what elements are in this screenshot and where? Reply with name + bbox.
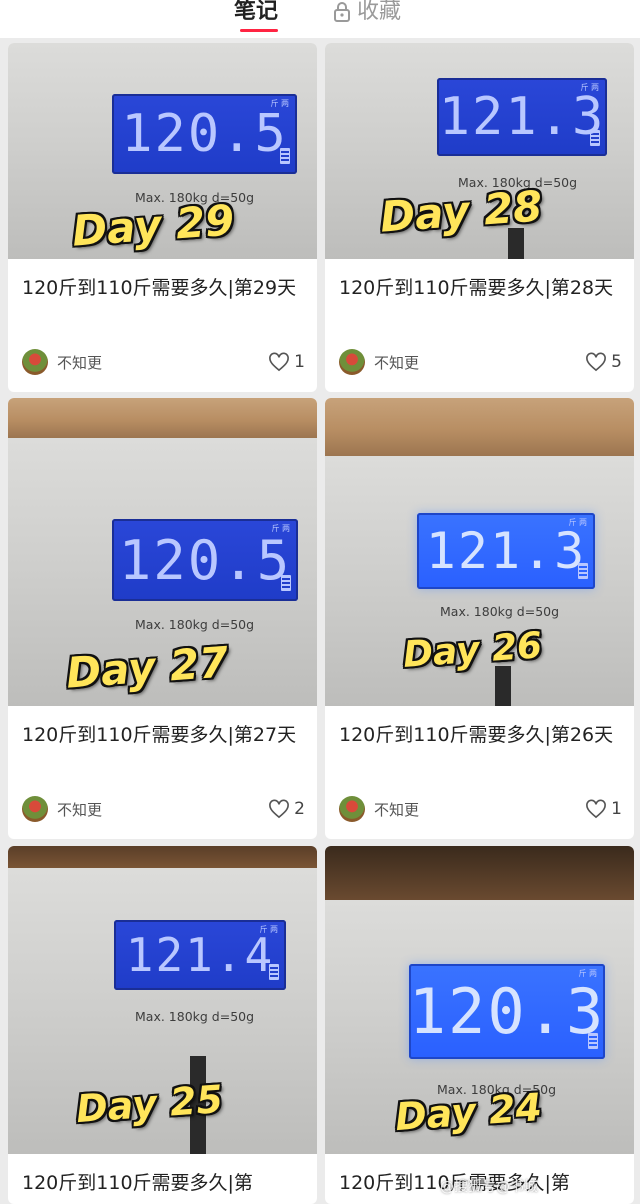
note-card[interactable]: 121.3 斤 两 Max. 180kg d=50g Day 28 120斤到1… <box>325 43 634 392</box>
like-count: 2 <box>294 799 305 819</box>
scale-reading: 121.3 <box>425 522 587 580</box>
like-count: 5 <box>611 352 622 372</box>
note-cover-image: 120.5 斤 两 Max. 180kg d=50g Day 29 <box>8 43 317 259</box>
heart-icon <box>269 352 290 372</box>
scale-unit: 斤 两 <box>271 524 290 533</box>
author-name[interactable]: 不知更 <box>57 352 268 373</box>
scale-reading: 120.3 <box>408 975 606 1048</box>
note-cover-image: 121.3 斤 两 Max. 180kg d=50g Day 26 <box>325 398 634 706</box>
battery-icon <box>280 148 290 164</box>
scale-unit: 斤 两 <box>270 99 289 108</box>
scale-unit: 斤 两 <box>259 925 278 934</box>
note-card[interactable]: 120.5 斤 两 Max. 180kg d=50g Day 27 120斤到1… <box>8 398 317 839</box>
like-button[interactable]: 5 <box>585 352 622 372</box>
active-tab-indicator <box>240 29 278 32</box>
lock-icon <box>334 2 350 22</box>
scale-unit: 斤 两 <box>580 83 599 92</box>
wood-background <box>8 398 317 438</box>
scale-unit: 斤 两 <box>578 969 597 978</box>
scale-display: 120.5 斤 两 <box>112 94 297 174</box>
note-footer: 不知更 2 <box>22 795 305 823</box>
author-name[interactable]: 不知更 <box>374 799 585 820</box>
scale-gap <box>495 666 511 706</box>
note-footer: 不知更 5 <box>339 348 622 376</box>
tab-bar: 笔记 收藏 <box>0 0 640 38</box>
scale-display: 121.4 斤 两 <box>114 920 286 990</box>
scale-spec: Max. 180kg d=50g <box>440 604 560 619</box>
heart-icon <box>586 352 607 372</box>
author-name[interactable]: 不知更 <box>57 799 268 820</box>
tab-notes-label: 笔记 <box>234 0 279 24</box>
like-count: 1 <box>611 799 622 819</box>
scale-spec: Max. 180kg d=50g <box>135 1009 255 1024</box>
scale-display: 121.3 斤 两 <box>417 513 595 589</box>
note-cover-image: 121.3 斤 两 Max. 180kg d=50g Day 28 <box>325 43 634 259</box>
battery-icon <box>281 575 291 591</box>
note-title[interactable]: 120斤到110斤需要多久|第27天 <box>22 720 298 751</box>
wood-background <box>8 846 317 868</box>
note-cover-image: 120.3 斤 两 Max. 180kg d=50g Day 24 <box>325 846 634 1154</box>
battery-icon <box>578 563 588 579</box>
note-title[interactable]: 120斤到110斤需要多久|第29天 <box>22 273 298 304</box>
avatar[interactable] <box>339 349 365 375</box>
tab-favorites[interactable]: 收藏 <box>333 0 401 26</box>
watermark: @搜狐号@书城 <box>440 1179 538 1195</box>
note-card[interactable]: 120.5 斤 两 Max. 180kg d=50g Day 29 120斤到1… <box>8 43 317 392</box>
author-name[interactable]: 不知更 <box>374 352 585 373</box>
scale-gap <box>508 228 524 259</box>
scale-spec: Max. 180kg d=50g <box>135 617 255 632</box>
like-count: 1 <box>294 352 305 372</box>
note-cover-image: 120.5 斤 两 Max. 180kg d=50g Day 27 <box>8 398 317 706</box>
like-button[interactable]: 2 <box>268 799 305 819</box>
battery-icon <box>590 130 600 146</box>
heart-icon <box>586 799 607 819</box>
scale-display: 120.3 斤 两 <box>409 964 605 1059</box>
note-footer: 不知更 1 <box>339 795 622 823</box>
scale-reading: 120.5 <box>118 528 292 592</box>
scale-display: 121.3 斤 两 <box>437 78 607 156</box>
scale-reading: 121.3 <box>438 87 606 147</box>
tab-favorites-label: 收藏 <box>357 0 402 24</box>
battery-icon <box>269 964 279 980</box>
note-cover-image: 121.4 斤 两 Max. 180kg d=50g Day 25 <box>8 846 317 1154</box>
tab-notes[interactable]: 笔记 <box>234 0 278 26</box>
battery-icon <box>588 1033 598 1049</box>
scale-unit: 斤 两 <box>568 518 587 527</box>
wood-background <box>325 846 634 900</box>
like-button[interactable]: 1 <box>585 799 622 819</box>
note-card[interactable]: 121.3 斤 两 Max. 180kg d=50g Day 26 120斤到1… <box>325 398 634 839</box>
note-title[interactable]: 120斤到110斤需要多久|第 <box>22 1168 298 1199</box>
scale-display: 120.5 斤 两 <box>112 519 298 601</box>
wood-background <box>325 398 634 456</box>
note-card[interactable]: 121.4 斤 两 Max. 180kg d=50g Day 25 120斤到1… <box>8 846 317 1204</box>
note-footer: 不知更 1 <box>22 348 305 376</box>
note-title[interactable]: 120斤到110斤需要多久|第26天 <box>339 720 615 751</box>
avatar[interactable] <box>22 349 48 375</box>
scale-reading: 120.5 <box>121 104 288 164</box>
avatar[interactable] <box>339 796 365 822</box>
scale-reading: 121.4 <box>125 928 275 982</box>
note-title[interactable]: 120斤到110斤需要多久|第28天 <box>339 273 615 304</box>
avatar[interactable] <box>22 796 48 822</box>
heart-icon <box>269 799 290 819</box>
like-button[interactable]: 1 <box>268 352 305 372</box>
note-card[interactable]: 120.3 斤 两 Max. 180kg d=50g Day 24 120斤到1… <box>325 846 634 1204</box>
